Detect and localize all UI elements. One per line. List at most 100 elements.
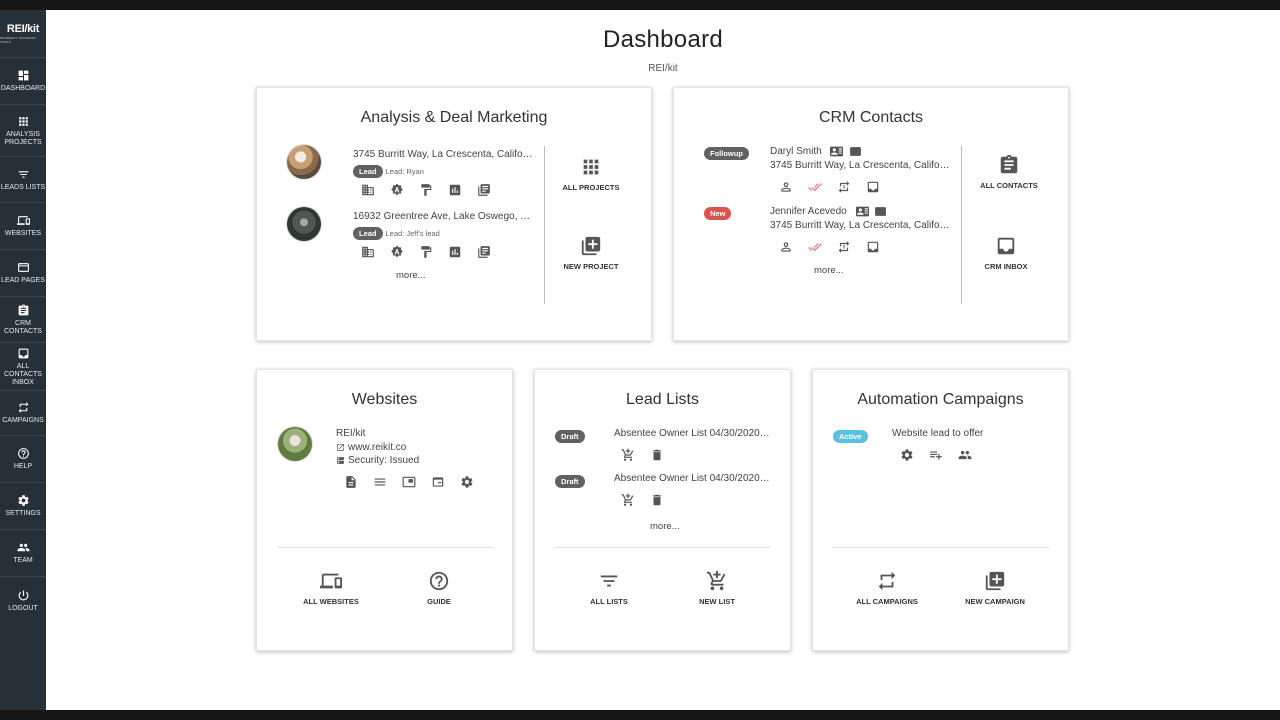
status-badge-draft: Draft [555, 475, 585, 488]
id-card-icon[interactable] [874, 206, 890, 217]
double-check-icon[interactable] [808, 180, 837, 194]
library-icon[interactable] [477, 183, 506, 197]
library-icon[interactable] [477, 245, 506, 259]
sidebar-item-leads-lists[interactable]: LEADS LISTS [0, 157, 46, 203]
contact-card-icon[interactable] [830, 146, 846, 157]
all-projects-button[interactable]: ALL PROJECTS [553, 156, 629, 192]
crm-card: CRM Contacts Followup Daryl Smith 3745 B… [673, 87, 1069, 341]
crm-inbox-button[interactable]: CRM INBOX [968, 235, 1044, 271]
server-icon [336, 455, 348, 466]
more-link[interactable]: more... [814, 265, 844, 276]
clipboard-icon [1000, 154, 1018, 174]
website-url-row: www.reikit.co [336, 442, 496, 453]
web-asset-icon[interactable] [431, 475, 460, 489]
website-thumbnail[interactable] [278, 427, 312, 461]
websites-card: Websites REI/kit www.reikit.co Security:… [256, 369, 513, 651]
project-address[interactable]: 16932 Greentree Ave, Lake Oswego, Oregon [353, 211, 533, 222]
document-icon[interactable] [344, 475, 373, 489]
building-icon[interactable] [361, 245, 390, 259]
more-link[interactable]: more... [396, 270, 426, 281]
sidebar-item-all-contacts-inbox[interactable]: ALL CONTACTS INBOX [0, 343, 46, 391]
lead-list-name[interactable]: Absentee Owner List 04/30/2020 0... [614, 473, 772, 484]
gear-icon[interactable] [460, 475, 489, 489]
contact-address: 3745 Burritt Way, La Crescenta, Californ… [770, 220, 950, 231]
contact-name[interactable]: Jennifer Acevedo [770, 206, 847, 217]
repeat-one-icon[interactable] [837, 240, 866, 254]
chart-icon[interactable] [448, 245, 477, 259]
sidebar-item-dashboard[interactable]: DASHBOARD [0, 58, 46, 105]
new-campaign-button[interactable]: NEW CAMPAIGN [957, 570, 1033, 606]
badge-a-icon[interactable] [390, 183, 419, 197]
sidebar-item-websites[interactable]: WEBSITES [0, 203, 46, 250]
add-cart-icon[interactable] [621, 448, 650, 462]
crm-card-title: CRM Contacts [818, 109, 924, 126]
contact-name[interactable]: Daryl Smith [770, 146, 822, 157]
contact-name-row: Daryl Smith [770, 145, 950, 158]
building-icon[interactable] [361, 183, 390, 197]
guide-button[interactable]: GUIDE [401, 570, 477, 606]
sidebar-item-settings[interactable]: SETTINGS [0, 483, 46, 530]
contact-actions [779, 180, 895, 194]
badge-a-icon[interactable] [390, 245, 419, 259]
web-icon [17, 263, 29, 272]
inbox-icon [18, 348, 28, 358]
sidebar-item-help[interactable]: HELP [0, 436, 46, 483]
playlist-add-icon[interactable] [929, 448, 958, 462]
project-thumbnail[interactable] [287, 207, 321, 241]
sidebar-item-crm-contacts[interactable]: CRM CONTACTS [0, 297, 46, 343]
analysis-card: Analysis & Deal Marketing 3745 Burritt W… [256, 87, 652, 341]
lead-list-actions [621, 448, 679, 462]
contact-card-icon[interactable] [855, 206, 872, 217]
new-project-button[interactable]: NEW PROJECT [553, 235, 629, 271]
website-security: Security: Issued [348, 455, 420, 466]
project-address[interactable]: 3745 Burritt Way, La Crescenta, Californ… [353, 149, 533, 160]
inbox-icon [997, 237, 1015, 255]
all-lists-button[interactable]: ALL LISTS [571, 570, 647, 606]
all-websites-button[interactable]: ALL WEBSITES [293, 570, 369, 606]
sidebar-item-analysis-projects[interactable]: ANALYSIS PROJECTS [0, 105, 46, 157]
inbox-icon[interactable] [866, 180, 895, 194]
lead-list-actions [621, 493, 679, 507]
lead-list-name[interactable]: Absentee Owner List 04/30/2020 0... [614, 428, 772, 439]
trash-icon[interactable] [650, 448, 679, 462]
sidebar-item-team[interactable]: TEAM [0, 530, 46, 577]
id-card-icon[interactable] [849, 146, 865, 157]
analysis-card-title: Analysis & Deal Marketing [360, 109, 548, 126]
gear-icon[interactable] [900, 448, 929, 462]
picture-in-picture-icon[interactable] [402, 475, 431, 489]
person-icon[interactable] [779, 240, 808, 254]
project-thumbnail[interactable] [287, 145, 321, 179]
person-icon[interactable] [779, 180, 808, 194]
gear-icon [17, 495, 29, 506]
project-actions [361, 245, 506, 259]
new-list-button[interactable]: NEW LIST [679, 570, 755, 606]
repeat-one-icon[interactable] [837, 180, 866, 194]
add-cart-icon [706, 570, 726, 591]
team-icon[interactable] [958, 448, 987, 462]
all-campaigns-button[interactable]: ALL CAMPAIGNS [849, 570, 925, 606]
open-link-icon [336, 442, 348, 453]
double-check-icon[interactable] [808, 240, 837, 254]
brand-logo[interactable]: REI/kit PROPERTY INVESTOR TOOLS [0, 10, 46, 58]
sidebar-item-lead-pages[interactable]: LEAD PAGES [0, 250, 46, 297]
inbox-icon[interactable] [866, 240, 895, 254]
more-link[interactable]: more... [650, 521, 680, 532]
paint-roller-icon[interactable] [419, 183, 448, 197]
add-cart-icon[interactable] [621, 493, 650, 507]
chart-icon[interactable] [448, 183, 477, 197]
campaign-name[interactable]: Website lead to offer [892, 428, 1052, 439]
trash-icon[interactable] [650, 493, 679, 507]
paint-roller-icon[interactable] [419, 245, 448, 259]
sidebar-item-campaigns[interactable]: CAMPAIGNS [0, 391, 46, 436]
menu-icon[interactable] [373, 475, 402, 489]
all-contacts-button[interactable]: ALL CONTACTS [971, 154, 1047, 190]
website-name[interactable]: REI/kit [336, 428, 496, 439]
websites-card-title: Websites [351, 391, 418, 408]
website-url[interactable]: www.reikit.co [348, 442, 406, 453]
campaigns-card-title: Automation Campaigns [857, 391, 1024, 408]
status-badge-followup: Followup [704, 147, 749, 160]
main-content: Dashboard REI/kit Analysis & Deal Market… [46, 10, 1280, 710]
sidebar-item-logout[interactable]: LOGOUT [0, 577, 46, 624]
divider [961, 146, 962, 304]
campaigns-card: Automation Campaigns Active Website lead… [812, 369, 1069, 651]
